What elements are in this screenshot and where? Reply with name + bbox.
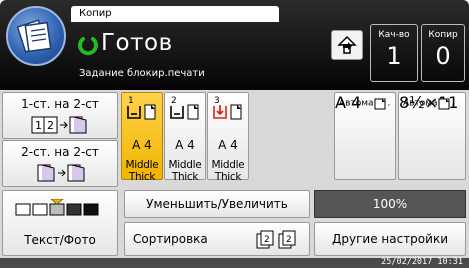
swap-arrows-icon: [337, 35, 357, 54]
svg-text:2: 2: [264, 235, 270, 245]
tray-spacer: [250, 92, 292, 180]
reduce-enlarge-label: Уменьшить/Увеличить: [146, 197, 288, 211]
density-scale-icon: [15, 199, 99, 216]
tray-3-button[interactable]: 3 A 4 Middle Thick: [207, 92, 249, 183]
tray-3-size: A 4: [218, 138, 238, 152]
quantity-value: 1: [386, 42, 402, 70]
auto-paper-letter-button[interactable]: Автома. 8½×11: [398, 92, 466, 180]
copies-counter: Копир 0: [421, 24, 465, 82]
tray-1-size: A 4: [132, 138, 152, 152]
tray-2-button[interactable]: 2 A 4 Middle Thick: [164, 92, 206, 183]
tray-2-number: 2: [171, 96, 177, 106]
svg-text:1: 1: [35, 119, 42, 132]
duplex-2-to-2-label: 2-ст. на 2-ст: [21, 145, 99, 159]
other-settings-label: Другие настройки: [332, 232, 448, 246]
duplex-2-to-2-graphic: [3, 162, 117, 184]
density-text-photo-button[interactable]: Текст/Фото: [2, 190, 118, 256]
reduce-enlarge-button[interactable]: Уменьшить/Увеличить: [124, 190, 310, 218]
one-sided-to-two-sided-icon: 1 2: [31, 116, 87, 134]
tray-2-paper-type: Middle Thick: [168, 159, 202, 183]
sort-label: Сортировка: [133, 232, 208, 246]
sort-pages-icon: 2 2: [256, 230, 296, 249]
tray-3-number: 3: [214, 96, 220, 106]
paper-sheet-icon: [438, 98, 450, 110]
svg-text:2: 2: [47, 119, 54, 132]
two-sided-to-two-sided-icon: [37, 164, 85, 182]
paper-sheet-icon: [374, 98, 386, 110]
copies-value: 0: [435, 42, 451, 70]
copier-app-icon[interactable]: [6, 6, 66, 66]
auto-paper-a4-label: Автома.: [339, 96, 390, 110]
duplex-1-to-2-label: 1-ст. на 2-ст: [21, 97, 99, 111]
other-settings-button[interactable]: Другие настройки: [314, 222, 466, 256]
duplex-1-to-2-button[interactable]: 1-ст. на 2-ст 1 2: [2, 92, 118, 139]
ready-status-icon: [78, 37, 98, 56]
svg-text:2: 2: [286, 235, 292, 245]
sort-button[interactable]: Сортировка 2 2: [124, 222, 310, 256]
status-bar: 25/02/2017 10:31: [0, 257, 469, 268]
zoom-ratio-display: 100%: [314, 190, 466, 218]
app-title: Копир: [71, 6, 279, 22]
datetime-display: 25/02/2017 10:31: [381, 257, 463, 267]
tray-1-number: 1: [128, 96, 134, 106]
duplex-1-to-2-graphic: 1 2: [3, 114, 117, 136]
quantity-label: Кач-во: [378, 30, 410, 40]
copies-label: Копир: [428, 30, 458, 40]
auto-paper-a4-button[interactable]: Автома. A 4: [334, 92, 396, 180]
ready-status-text: Готов: [101, 30, 173, 56]
print-lock-status: Задание блокир.печати: [79, 68, 205, 79]
quantity-counter: Кач-во 1: [370, 24, 418, 82]
text-photo-label: Текст/Фото: [24, 233, 96, 247]
tray-2-size: A 4: [175, 138, 195, 152]
tray-1-paper-type: Middle Thick: [125, 159, 159, 183]
header-bar: Копир Готов Задание блокир.печати Кач-во…: [0, 0, 469, 90]
duplex-2-to-2-button[interactable]: 2-ст. на 2-ст: [2, 140, 118, 187]
swap-arrows-button[interactable]: [331, 30, 363, 60]
copy-pages-icon: [17, 19, 52, 53]
tray-3-paper-type: Middle Thick: [211, 159, 245, 183]
auto-paper-letter-label: Автома.: [403, 96, 454, 110]
tray-1-button[interactable]: 1 A 4 Middle Thick: [121, 92, 163, 183]
